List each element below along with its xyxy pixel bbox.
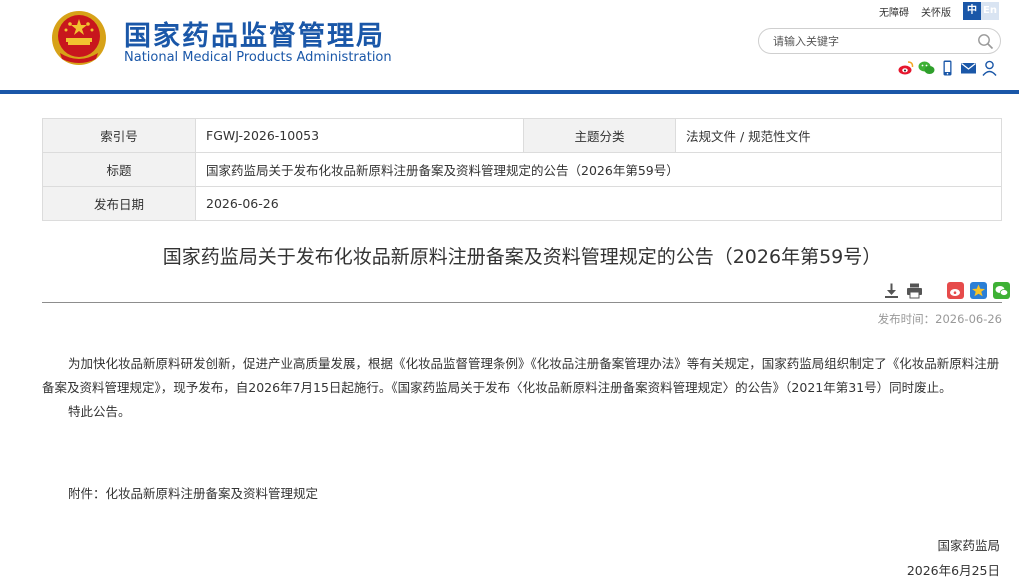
article-tools xyxy=(883,282,1010,299)
tools-spacer xyxy=(929,282,941,299)
lang-en-button[interactable]: En xyxy=(981,2,999,20)
header-divider xyxy=(0,90,1019,94)
search-input[interactable] xyxy=(773,33,973,50)
attachment-link[interactable]: 附件：化妆品新原料注册备案及资料管理规定 xyxy=(68,483,318,502)
site-name-cn[interactable]: 国家药品监督管理局 xyxy=(124,14,385,53)
mobile-icon[interactable] xyxy=(939,60,956,76)
index-value: FGWJ-2026-10053 xyxy=(195,118,524,153)
table-row: 标题 国家药监局关于发布化妆品新原料注册备案及资料管理规定的公告（2026年第5… xyxy=(42,152,1002,187)
social-links xyxy=(897,60,998,76)
date-label: 发布日期 xyxy=(42,186,196,221)
paragraph: 为加快化妆品新原料研发创新，促进产业高质量发展，根据《化妆品监督管理条例》《化妆… xyxy=(42,356,1000,395)
title-divider xyxy=(42,302,1002,303)
download-icon[interactable] xyxy=(883,282,900,299)
search-box xyxy=(758,28,1001,54)
print-icon[interactable] xyxy=(906,282,923,299)
site-header: 国家药品监督管理局 National Medical Products Admi… xyxy=(0,0,1019,90)
site-name-en[interactable]: National Medical Products Administration xyxy=(124,50,392,65)
signature: 国家药监局 xyxy=(937,538,1000,553)
table-row: 索引号 FGWJ-2026-10053 主题分类 法规文件 / 规范性文件 xyxy=(42,118,1002,153)
title-value: 国家药监局关于发布化妆品新原料注册备案及资料管理规定的公告（2026年第59号） xyxy=(195,152,1002,187)
national-emblem-icon xyxy=(52,11,106,65)
index-label: 索引号 xyxy=(42,118,196,153)
user-icon[interactable] xyxy=(981,60,998,76)
category-value: 法规文件 / 规范性文件 xyxy=(675,118,1002,153)
top-links: 无障碍 关怀版 中 En xyxy=(879,2,999,20)
care-mode-link[interactable]: 关怀版 xyxy=(921,4,951,19)
publish-time: 发布时间：2026-06-26 xyxy=(877,312,1002,326)
document-meta-table: 索引号 FGWJ-2026-10053 主题分类 法规文件 / 规范性文件 标题… xyxy=(42,118,1002,221)
paragraph: 特此公告。 xyxy=(68,404,131,419)
search-icon[interactable] xyxy=(977,33,994,50)
lang-cn-button[interactable]: 中 xyxy=(963,2,981,20)
wechat-icon[interactable] xyxy=(918,60,935,76)
category-label: 主题分类 xyxy=(523,118,676,153)
accessibility-link[interactable]: 无障碍 xyxy=(879,4,909,19)
weibo-icon[interactable] xyxy=(897,60,914,76)
favorite-star-icon[interactable] xyxy=(970,282,987,299)
article-body: 为加快化妆品新原料研发创新，促进产业高质量发展，根据《化妆品监督管理条例》《化妆… xyxy=(42,352,1002,424)
date-value: 2026-06-26 xyxy=(195,186,1002,221)
wechat-share-icon[interactable] xyxy=(993,282,1010,299)
title-label: 标题 xyxy=(42,152,196,187)
table-row: 发布日期 2026-06-26 xyxy=(42,186,1002,221)
article-title: 国家药监局关于发布化妆品新原料注册备案及资料管理规定的公告（2026年第59号） xyxy=(162,246,882,268)
sign-date: 2026年6月25日 xyxy=(906,563,1000,578)
email-icon[interactable] xyxy=(960,60,977,76)
weibo-share-icon[interactable] xyxy=(947,282,964,299)
